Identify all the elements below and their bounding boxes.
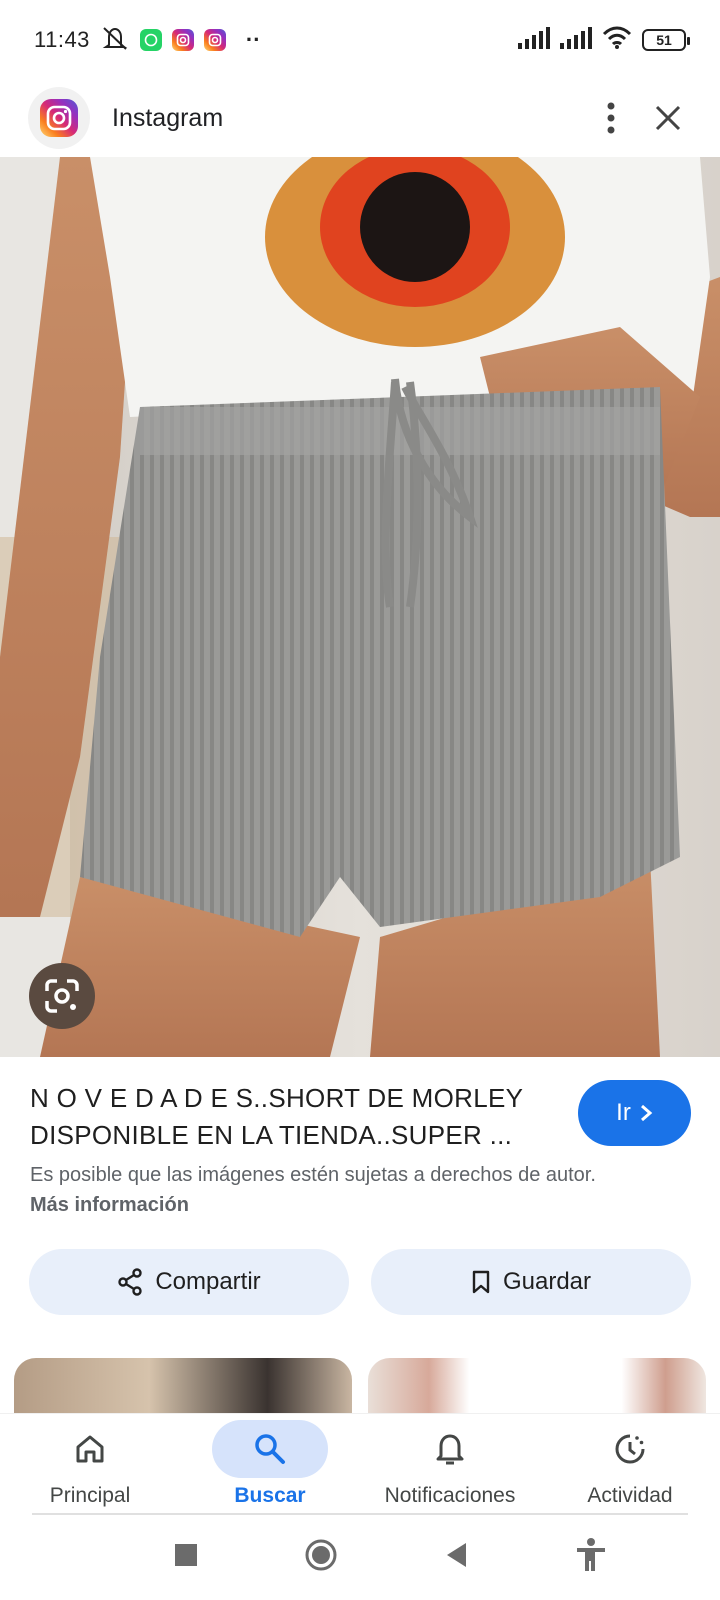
visit-button[interactable]: Ir (578, 1080, 691, 1146)
instagram-logo-icon (40, 99, 78, 137)
share-icon (118, 1268, 143, 1296)
status-time: 11:43 (34, 27, 90, 52)
back-triangle-icon (446, 1543, 466, 1567)
home-icon (76, 1435, 104, 1463)
status-bar: 11:43 ·· 51 (0, 0, 720, 80)
nav-label: Notificaciones (384, 1484, 516, 1507)
header-actions (606, 101, 692, 135)
wifi-icon (602, 26, 632, 55)
search-icon (255, 1434, 285, 1464)
lens-icon (45, 979, 79, 1013)
source-title: Instagram (112, 103, 224, 132)
visit-button-label: Ir (616, 1099, 631, 1126)
system-navigation (0, 1515, 720, 1600)
square-icon (174, 1544, 197, 1566)
save-button[interactable]: Guardar (371, 1249, 691, 1315)
copyright-notice: Es posible que las imágenes estén sujeta… (30, 1160, 610, 1220)
accessibility-button[interactable] (575, 1537, 607, 1578)
save-label: Guardar (502, 1268, 592, 1295)
instagram-notif-icon-2 (203, 29, 226, 51)
nav-icon-container (392, 1420, 508, 1478)
nav-icon-container (572, 1420, 688, 1478)
result-image[interactable] (0, 157, 720, 1057)
product-photo (0, 157, 720, 1057)
result-info: N O V E D A D E S..SHORT DE MORLEY DISPO… (30, 1080, 560, 1154)
more-info-link[interactable]: Más información (30, 1194, 189, 1216)
nav-label: Buscar (234, 1484, 306, 1507)
instagram-notif-icon (171, 29, 194, 51)
bookmark-icon (472, 1270, 490, 1294)
status-right: 51 (518, 26, 690, 55)
copyright-text: Es posible que las imágenes estén sujeta… (30, 1164, 596, 1186)
nav-item-actividad[interactable]: Actividad (540, 1414, 720, 1515)
home-button[interactable] (304, 1538, 338, 1577)
bell-icon (436, 1434, 464, 1465)
nav-item-notificaciones[interactable]: Notificaciones (360, 1414, 540, 1515)
signal-icon (518, 26, 550, 54)
share-button[interactable]: Compartir (29, 1249, 349, 1315)
battery-icon: 51 (642, 29, 690, 51)
accessibility-icon (577, 1538, 606, 1571)
related-thumbnail[interactable] (14, 1358, 352, 1413)
google-lens-button[interactable] (29, 963, 95, 1029)
result-title[interactable]: N O V E D A D E S..SHORT DE MORLEY DISPO… (30, 1080, 560, 1154)
nav-item-principal[interactable]: Principal (0, 1414, 180, 1515)
whatsapp-icon (139, 29, 162, 51)
nav-label: Actividad (587, 1484, 673, 1507)
nav-label: Principal (49, 1484, 131, 1507)
more-notifications-dots: ·· (245, 27, 261, 52)
recents-button[interactable] (173, 1542, 199, 1573)
close-icon[interactable] (654, 104, 682, 132)
header: Instagram (0, 80, 720, 156)
chevron-right-icon (640, 1104, 653, 1122)
related-results (14, 1358, 706, 1413)
share-label: Compartir (155, 1268, 261, 1295)
mute-icon (100, 25, 130, 56)
related-thumbnail[interactable] (368, 1358, 706, 1413)
bottom-navigation: Principal Buscar Notificaciones Activida… (0, 1413, 720, 1515)
battery-level: 51 (656, 32, 672, 48)
nav-icon-container (212, 1420, 328, 1478)
circle-icon (305, 1539, 337, 1571)
status-left: 11:43 ·· (34, 25, 261, 56)
app-logo-container (28, 87, 90, 149)
action-buttons: Compartir Guardar (29, 1249, 691, 1315)
back-button[interactable] (444, 1541, 470, 1574)
nav-item-buscar[interactable]: Buscar (180, 1414, 360, 1515)
nav-icon-container (32, 1420, 148, 1478)
signal-icon-2 (560, 26, 592, 54)
more-options-icon[interactable] (606, 101, 616, 135)
activity-icon (615, 1434, 645, 1464)
